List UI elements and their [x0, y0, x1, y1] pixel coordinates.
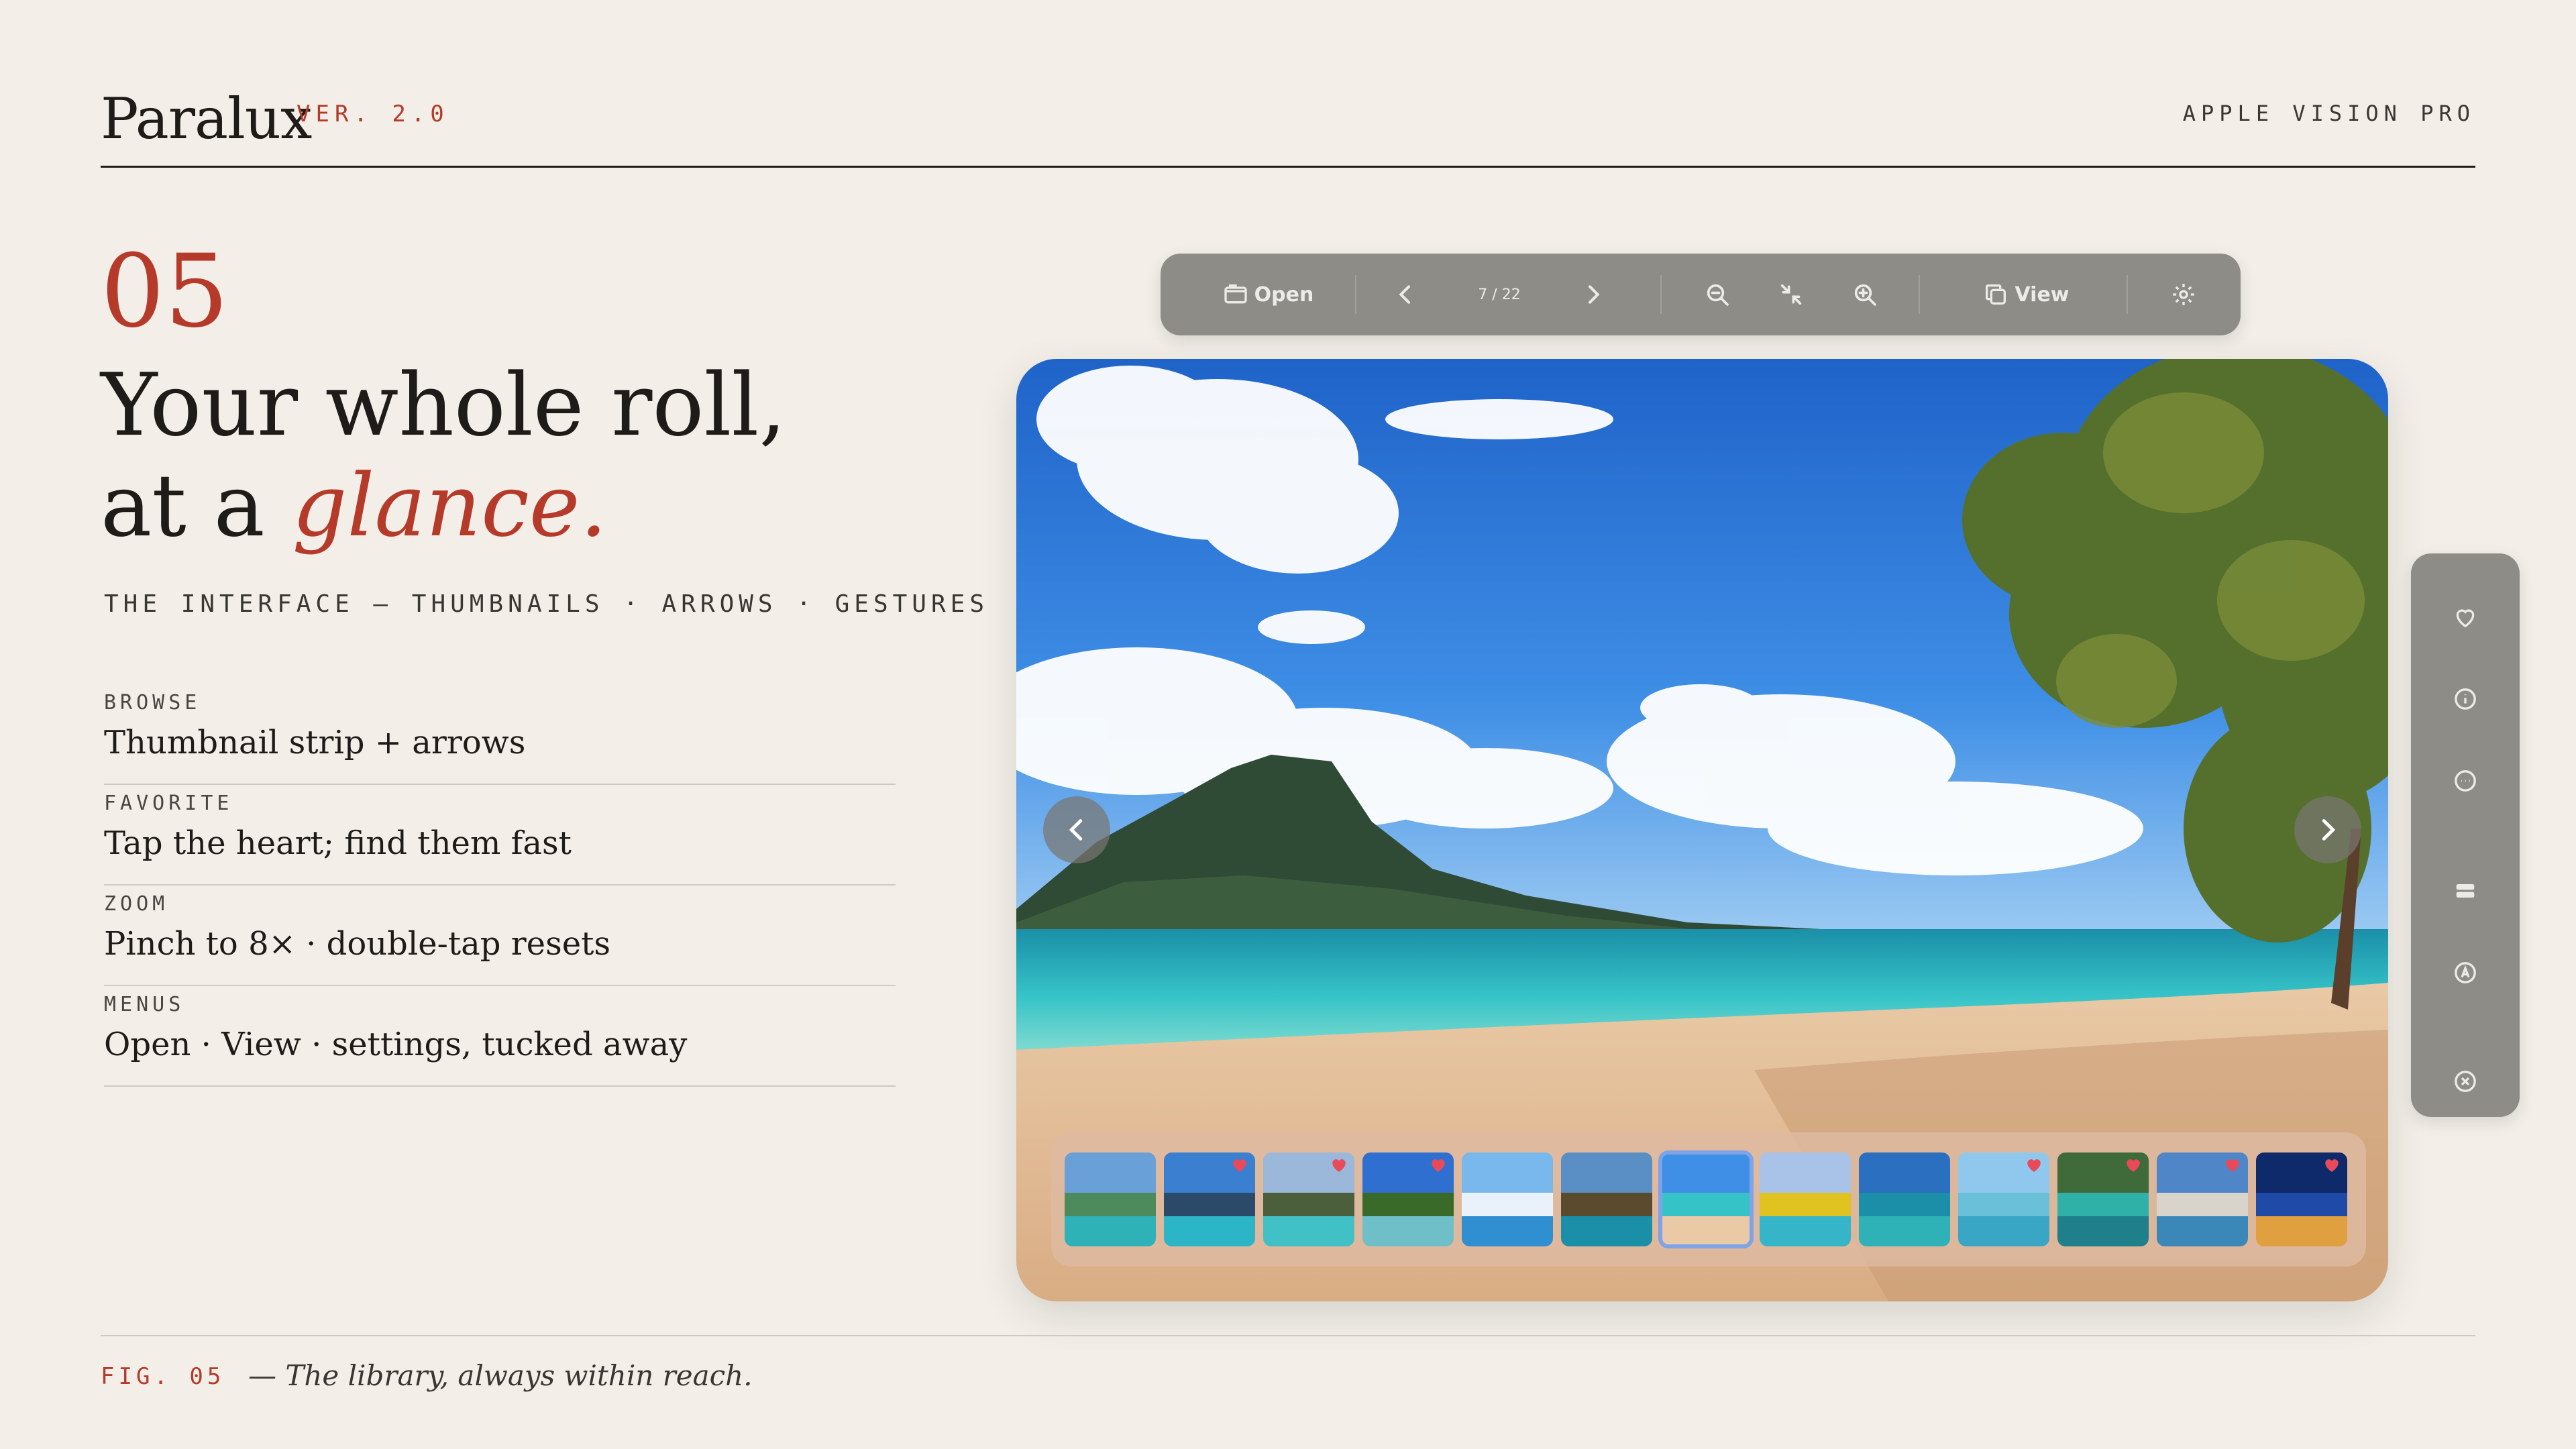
feature-label: BROWSE — [104, 691, 201, 714]
thumbnail[interactable] — [1462, 1152, 1553, 1246]
markup-button[interactable] — [2442, 949, 2489, 996]
view-button[interactable]: View — [1966, 254, 2086, 335]
zoom-out-icon — [1707, 284, 1729, 306]
viewer-toolbar: Open 7 / 22 View — [1161, 254, 2241, 335]
feature-label: FAVORITE — [104, 792, 233, 815]
thumbnail-image — [1859, 1152, 1950, 1246]
headline: Your whole roll, at a glance. — [101, 356, 786, 557]
feature-favorite: FAVORITE Tap the heart; find them fast — [104, 785, 896, 885]
thumbnail[interactable] — [1362, 1152, 1454, 1246]
text-icon — [2455, 962, 2476, 983]
panel-button[interactable] — [2442, 867, 2489, 914]
favorite-button[interactable] — [2442, 594, 2489, 641]
figure-caption: — The library, always within reach. — [248, 1359, 753, 1392]
close-button[interactable] — [2442, 1058, 2489, 1105]
favorite-heart-icon — [2027, 1159, 2041, 1172]
chevron-right-icon — [1589, 285, 1600, 304]
feature-text: Pinch to 8× · double-tap resets — [104, 925, 611, 963]
open-label: Open — [1254, 282, 1314, 307]
previous-photo-button[interactable] — [1043, 796, 1110, 863]
thumbnail[interactable] — [1561, 1152, 1652, 1246]
photo-viewer[interactable] — [1016, 359, 2388, 1301]
header: Paralux VER. 2.0 APPLE VISION PRO — [101, 74, 2475, 168]
thumbnail[interactable] — [1263, 1152, 1354, 1246]
close-icon — [2455, 1071, 2476, 1092]
settings-button[interactable] — [2153, 254, 2214, 335]
thumbnail-image — [1660, 1152, 1752, 1246]
feature-text: Tap the heart; find them fast — [104, 824, 572, 862]
fit-icon — [1780, 284, 1802, 305]
headline-prefix: at a — [101, 456, 292, 556]
feature-text: Thumbnail strip + arrows — [104, 724, 526, 761]
thumbnail[interactable] — [2057, 1152, 2149, 1246]
footer: FIG. 05 — The library, always within rea… — [101, 1335, 2475, 1392]
more-button[interactable] — [2442, 757, 2489, 804]
thumbnail[interactable] — [1658, 1150, 1754, 1248]
headline-line-1: Your whole roll, — [101, 356, 786, 455]
thumbnail-image — [1760, 1152, 1851, 1246]
thumbnail[interactable] — [1859, 1152, 1950, 1246]
next-button[interactable] — [1563, 254, 1623, 335]
thumbnail-image — [1561, 1152, 1652, 1246]
fit-button[interactable] — [1764, 254, 1818, 335]
thumbnail[interactable] — [1065, 1152, 1156, 1246]
thumbnail[interactable] — [1958, 1152, 2049, 1246]
more-icon — [2455, 770, 2476, 792]
toolbar-divider — [2127, 275, 2128, 314]
thumbnail[interactable] — [1164, 1152, 1255, 1246]
favorite-heart-icon — [1332, 1159, 1346, 1172]
toolbar-divider — [1660, 275, 1662, 314]
headline-accent: glance. — [292, 456, 608, 556]
subtitle: THE INTERFACE — THUMBNAILS · ARROWS · GE… — [104, 590, 989, 618]
feature-zoom: ZOOM Pinch to 8× · double-tap resets — [104, 885, 896, 986]
chevron-right-icon — [2322, 819, 2336, 841]
favorite-heart-icon — [2226, 1159, 2239, 1172]
zoom-in-icon — [1854, 284, 1876, 306]
figure-label: FIG. 05 — [101, 1363, 225, 1390]
chevron-left-icon — [1069, 819, 1083, 841]
thumbnail[interactable] — [2157, 1152, 2248, 1246]
thumbnail[interactable] — [2256, 1152, 2347, 1246]
thumbnail-image — [1462, 1152, 1553, 1246]
favorite-heart-icon — [1233, 1159, 1246, 1172]
zoom-out-button[interactable] — [1690, 254, 1744, 335]
thumbnail-strip — [1051, 1132, 2366, 1267]
feature-browse: BROWSE Thumbnail strip + arrows — [104, 684, 896, 785]
section-number: 05 — [101, 233, 229, 350]
next-photo-button[interactable] — [2294, 796, 2361, 863]
gear-icon — [2173, 284, 2194, 305]
side-rail — [2411, 553, 2520, 1117]
info-button[interactable] — [2442, 676, 2489, 722]
feature-menus: MENUS Open · View · settings, tucked awa… — [104, 986, 896, 1087]
brand-name: Paralux — [101, 86, 312, 152]
platform-label: APPLE VISION PRO — [2182, 101, 2475, 126]
favorite-heart-icon — [2325, 1159, 2339, 1172]
view-label: View — [2015, 282, 2070, 307]
zoom-in-button[interactable] — [1838, 254, 1892, 335]
page-counter-text: 7 / 22 — [1478, 286, 1521, 303]
previous-button[interactable] — [1375, 254, 1436, 335]
headline-line-2: at a glance. — [101, 456, 786, 557]
feature-text: Open · View · settings, tucked away — [104, 1026, 688, 1063]
favorite-heart-icon — [2127, 1159, 2140, 1172]
feature-label: ZOOM — [104, 892, 169, 916]
feature-label: MENUS — [104, 993, 185, 1016]
toolbar-divider — [1919, 275, 1920, 314]
thumbnail-image — [1065, 1152, 1156, 1246]
copy-icon — [1986, 284, 2006, 305]
folder-icon — [1224, 284, 1247, 304]
info-icon — [2455, 688, 2476, 710]
thumbnail[interactable] — [1760, 1152, 1851, 1246]
page-counter: 7 / 22 — [1449, 254, 1550, 335]
panel-icon — [2456, 884, 2475, 898]
version-label: VER. 2.0 — [297, 101, 449, 127]
heart-icon — [2456, 609, 2475, 628]
feature-list: BROWSE Thumbnail strip + arrows FAVORITE… — [104, 684, 896, 1087]
open-button[interactable]: Open — [1201, 254, 1335, 335]
chevron-left-icon — [1399, 285, 1410, 304]
toolbar-divider — [1355, 275, 1356, 314]
favorite-heart-icon — [1432, 1159, 1445, 1172]
